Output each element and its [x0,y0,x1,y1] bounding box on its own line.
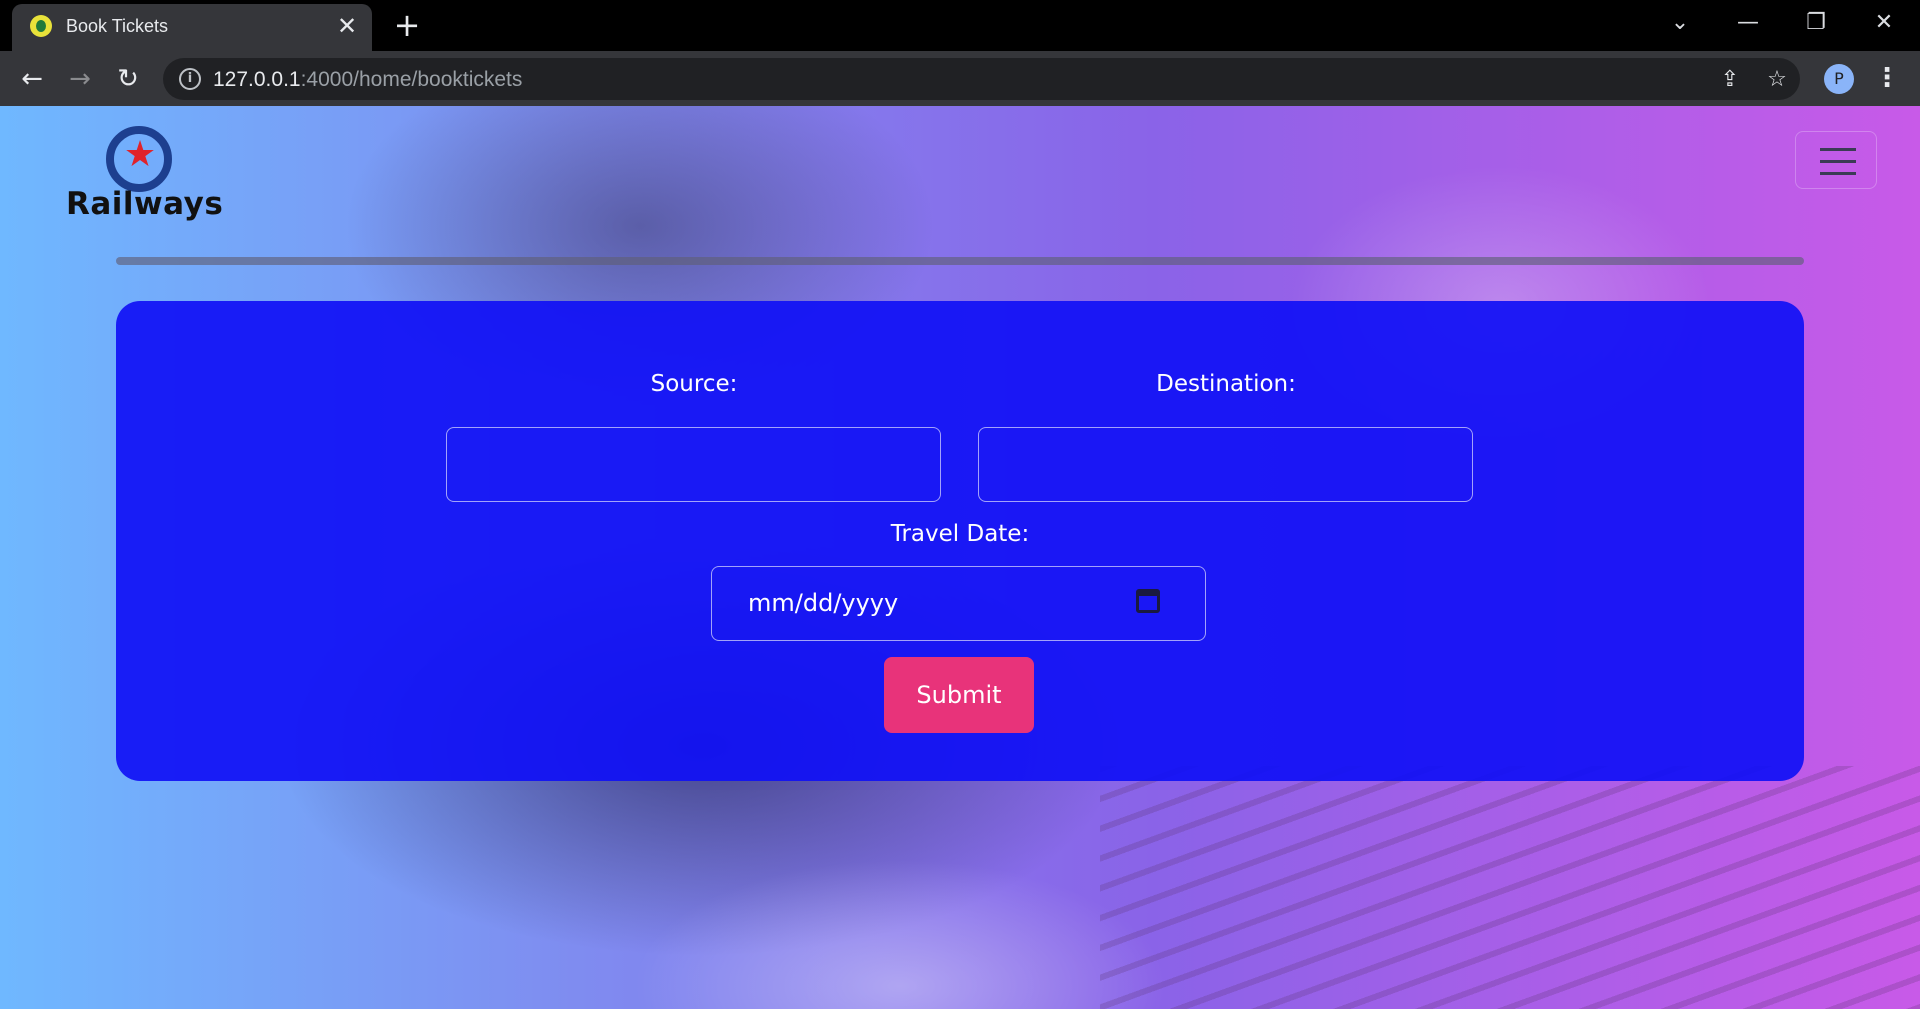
minimize-icon[interactable]: — [1728,8,1768,38]
travel-date-label: Travel Date: [890,521,1030,547]
profile-avatar[interactable]: P [1824,64,1854,94]
share-icon[interactable]: ⇪ [1716,66,1744,94]
railways-logo[interactable]: ★ Railways [66,126,223,222]
navbar-divider [116,257,1804,265]
calendar-icon[interactable] [1136,589,1160,613]
hamburger-icon [1820,148,1856,151]
date-placeholder: mm/dd/yyyy [748,589,899,617]
tab-title: Book Tickets [66,16,169,36]
address-bar[interactable]: i 127.0.0.1:4000/home/booktickets ⇪ ☆ [163,58,1800,100]
logo-star-icon: ★ [123,134,157,175]
destination-label: Destination: [1156,371,1296,397]
reload-icon[interactable]: ↻ [112,63,144,95]
browser-tab[interactable]: Book Tickets ✕ [12,4,372,51]
page-background: ★ Railways Source: Destination: Travel D… [0,106,1920,1009]
close-tab-icon[interactable]: ✕ [334,13,360,39]
browser-tab-bar: Book Tickets ✕ + ⌄ — ❐ ✕ [0,0,1920,51]
info-icon[interactable]: i [179,68,201,90]
kebab-menu-icon[interactable]: ⋮ [1872,61,1902,95]
rail-tracks-decoration [1100,766,1920,1009]
restore-icon[interactable]: ❐ [1796,8,1836,38]
star-icon[interactable]: ☆ [1763,66,1791,94]
back-arrow-icon[interactable]: ← [16,63,48,95]
submit-button[interactable]: Submit [884,657,1034,733]
hamburger-icon-line [1820,172,1856,175]
travel-date-input[interactable]: mm/dd/yyyy [711,566,1206,641]
new-tab-button[interactable]: + [390,8,424,42]
hamburger-menu-button[interactable] [1795,131,1877,189]
source-label: Source: [650,371,738,397]
close-window-icon[interactable]: ✕ [1864,8,1904,38]
destination-input[interactable] [978,427,1473,502]
tab-search-icon[interactable]: ⌄ [1660,8,1700,38]
browser-toolbar: ← → ↻ i 127.0.0.1:4000/home/booktickets … [0,51,1920,106]
forward-arrow-icon[interactable]: → [64,63,96,95]
url-text[interactable]: 127.0.0.1:4000/home/booktickets [213,68,522,92]
hamburger-icon-line [1820,160,1856,163]
brand-name: Railways [66,186,224,222]
url-path: :4000/home/booktickets [300,68,523,91]
favicon-icon [30,15,52,37]
url-host: 127.0.0.1 [213,68,301,91]
source-input[interactable] [446,427,941,502]
booking-form-card: Source: Destination: Travel Date: mm/dd/… [116,301,1804,781]
